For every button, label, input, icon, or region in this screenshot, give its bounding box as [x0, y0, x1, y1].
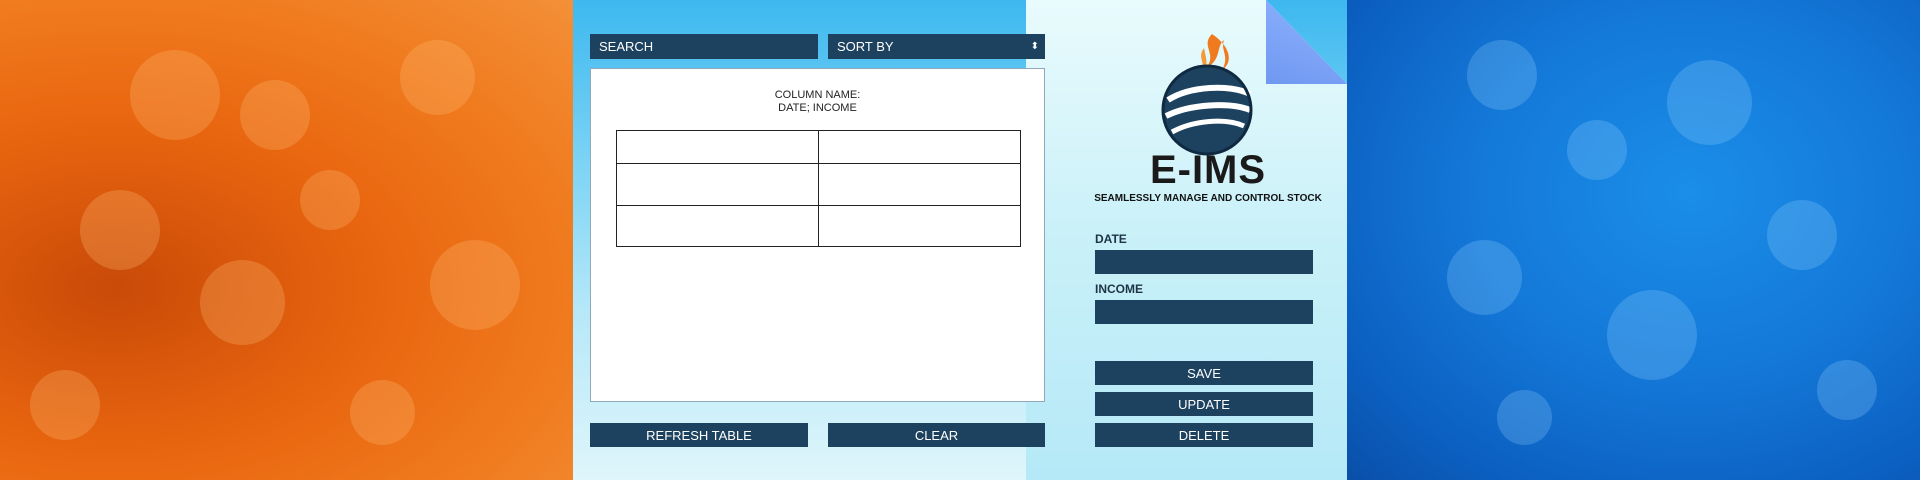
table-row[interactable] — [616, 205, 1021, 247]
column-name-caption-line2: DATE; INCOME — [778, 102, 857, 114]
column-name-caption-line1: COLUMN NAME: — [774, 89, 861, 101]
table-cell[interactable] — [616, 130, 819, 164]
column-name-caption: COLUMN NAME: DATE; INCOME — [591, 89, 1044, 115]
brand-tagline: SEAMLESSLY MANAGE AND CONTROL STOCK — [1094, 193, 1322, 204]
table-cell[interactable] — [818, 205, 1021, 247]
clear-button[interactable]: CLEAR — [828, 423, 1045, 447]
refresh-table-button[interactable]: REFRESH TABLE — [590, 423, 808, 447]
table-cell[interactable] — [818, 163, 1021, 206]
e-ims-logo-icon — [1161, 34, 1253, 156]
table-cell[interactable] — [616, 205, 819, 247]
background-left-orange-bokeh — [0, 0, 573, 480]
sort-by-select[interactable]: SORT BY ⬍ — [828, 34, 1045, 59]
table-row[interactable] — [616, 130, 1021, 164]
background-right-blue-bokeh — [1347, 0, 1920, 480]
data-table-panel: COLUMN NAME: DATE; INCOME — [590, 68, 1045, 402]
delete-button[interactable]: DELETE — [1095, 423, 1313, 447]
select-arrows-icon: ⬍ — [1030, 41, 1039, 52]
income-input[interactable] — [1095, 300, 1313, 324]
data-table — [616, 130, 1021, 247]
table-cell[interactable] — [616, 163, 819, 206]
brand-name: E-IMS — [1149, 148, 1267, 192]
date-label: DATE — [1095, 232, 1127, 246]
table-cell[interactable] — [818, 130, 1021, 164]
income-label: INCOME — [1095, 282, 1143, 296]
sort-by-label: SORT BY — [837, 39, 894, 54]
update-button[interactable]: UPDATE — [1095, 392, 1313, 416]
search-input[interactable]: SEARCH — [590, 34, 818, 59]
date-input[interactable] — [1095, 250, 1313, 274]
table-row[interactable] — [616, 163, 1021, 206]
save-button[interactable]: SAVE — [1095, 361, 1313, 385]
